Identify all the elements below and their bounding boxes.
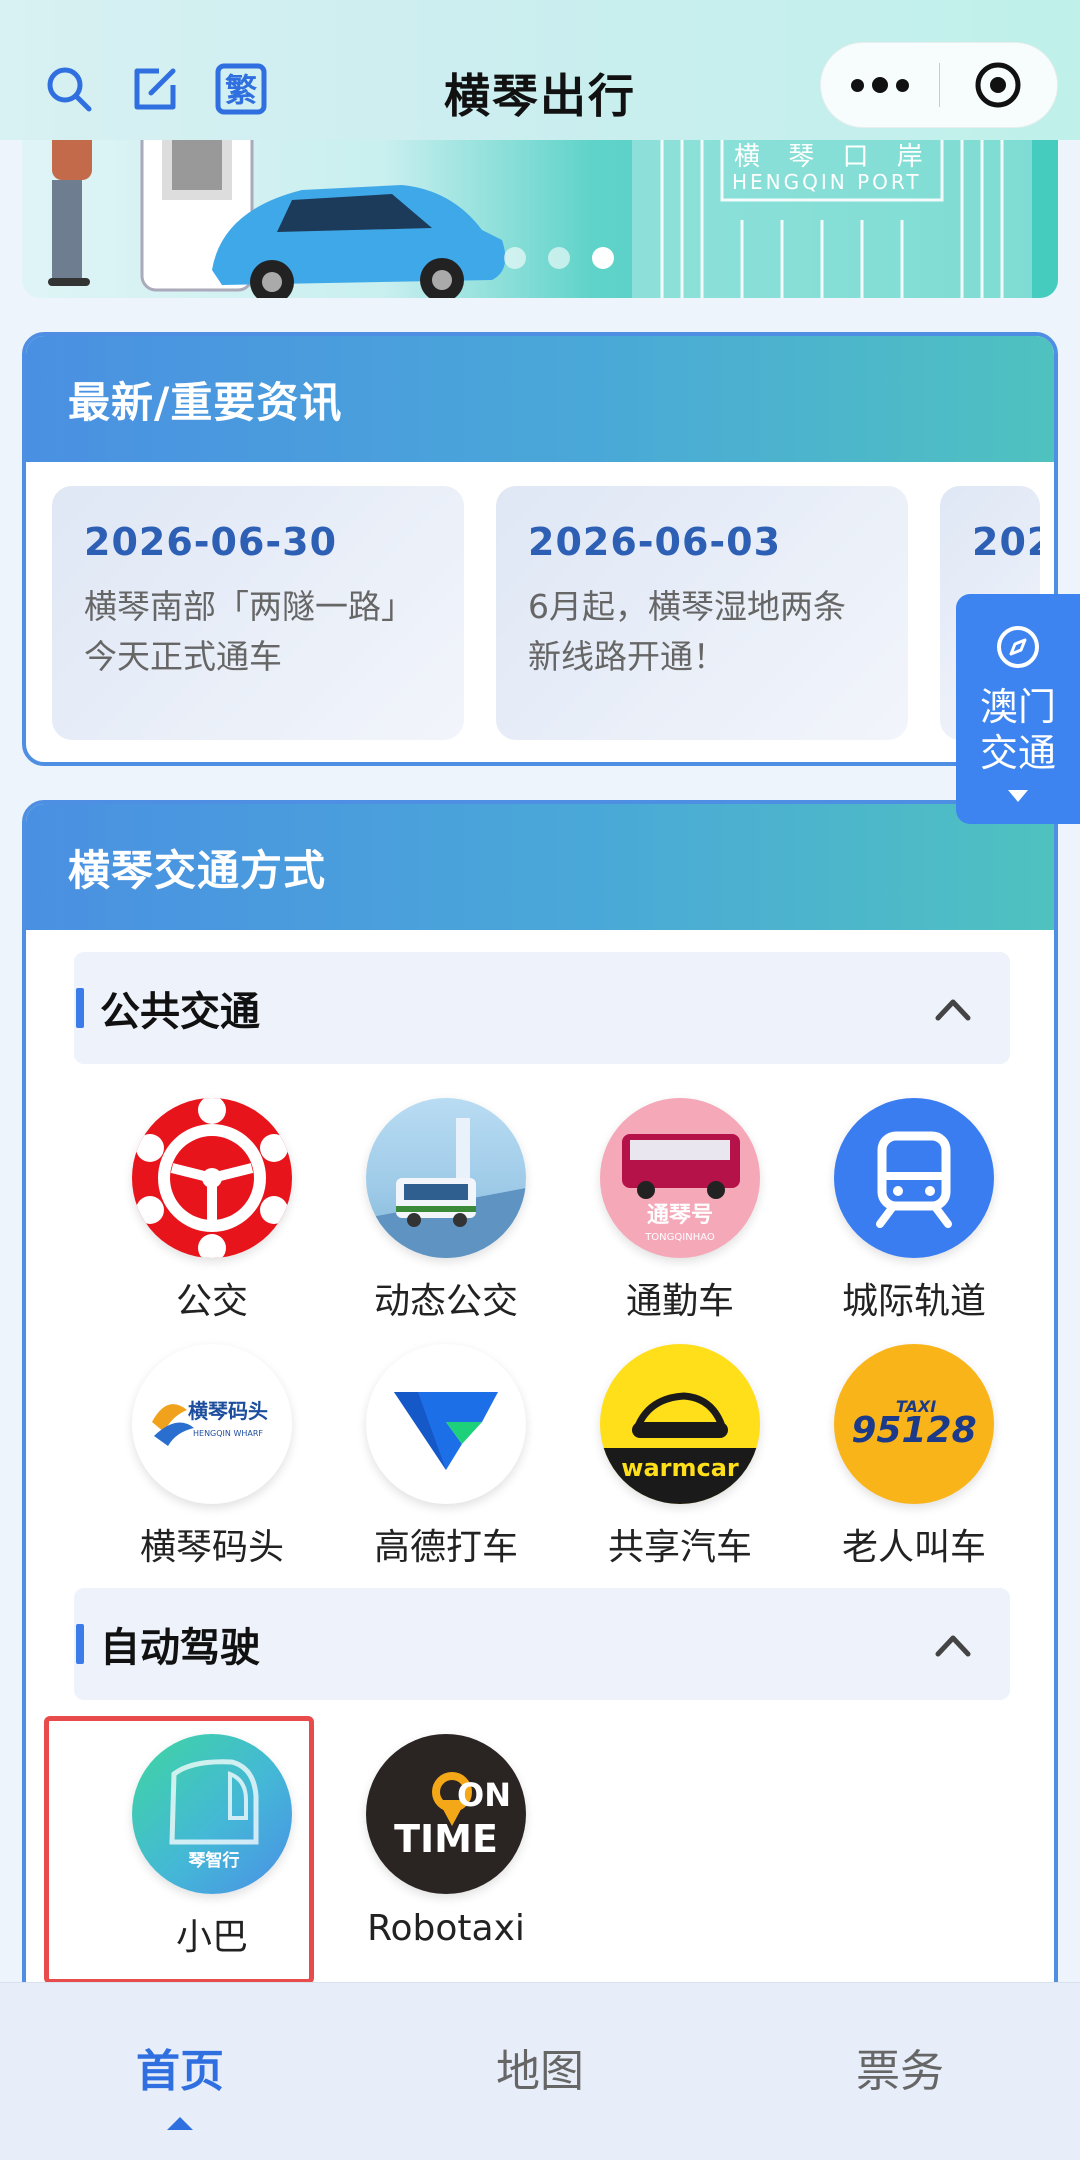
promo-banner[interactable]: 横 琴 口 岸 HENGQIN PORT [22, 120, 1058, 298]
transport-item-carshare[interactable]: warmcar 共享汽车 [564, 1344, 796, 1570]
section-autonomous[interactable]: 自动驾驶 [74, 1588, 1010, 1700]
transport-item-robotaxi[interactable]: ON TIME Robotaxi [330, 1734, 562, 1949]
tab-map[interactable]: 地图 [440, 2035, 640, 2099]
warmcar-icon: warmcar [600, 1344, 760, 1504]
news-item[interactable]: 2026-06-03 6月起，横琴湿地两条新线路开通！ [496, 486, 908, 740]
chevron-up-icon[interactable] [930, 1622, 976, 1668]
tab-home[interactable]: 首页 [80, 2035, 280, 2130]
transport-item-bus[interactable]: 公交 [96, 1098, 328, 1324]
commuter-badge-en: TONGQINHAO [644, 1232, 715, 1243]
banner-dot[interactable] [548, 247, 570, 269]
banner-dot-active[interactable] [592, 247, 614, 269]
section-title: 自动驾驶 [100, 1625, 260, 1671]
transport-label: Robotaxi [367, 1908, 525, 1949]
macau-button-label: 澳门 交通 [980, 684, 1056, 776]
transport-label: 公交 [175, 1281, 248, 1322]
commuter-bus-icon: 通琴号 TONGQINHAO [600, 1098, 760, 1258]
commuter-badge: 通琴号 [647, 1203, 713, 1228]
transport-item-amap-taxi[interactable]: 高德打车 [330, 1344, 562, 1570]
ontime-badge-line2: TIME [394, 1817, 498, 1861]
news-date: 2026-06-30 [84, 520, 338, 564]
transport-card: 横琴交通方式 公共交通 公交 动态公交 通琴号 TONGQINHAO 通勤车 城… [22, 800, 1058, 2100]
compass-icon [997, 626, 1039, 668]
ontime-icon: ON TIME [366, 1734, 526, 1894]
active-tab-indicator [167, 2117, 193, 2130]
news-date: 202 [972, 520, 1040, 564]
tab-tickets[interactable]: 票务 [800, 2035, 1000, 2099]
banner-dot[interactable] [504, 247, 526, 269]
close-miniprogram-icon[interactable] [940, 42, 1058, 128]
taxi-badge: 95128 [851, 1410, 976, 1451]
section-accent [76, 988, 84, 1028]
bus-wheel-icon [132, 1098, 292, 1258]
navigation-bar: 繁 横琴出行 [0, 0, 1080, 140]
news-item[interactable]: 2026-06-30 横琴南部「两隧一路」今天正式通车 [52, 486, 464, 740]
port-name-en: HENGQIN PORT [732, 170, 922, 194]
transport-label: 共享汽车 [607, 1527, 752, 1568]
section-title: 公共交通 [100, 989, 260, 1035]
transport-item-intercity-rail[interactable]: 城际轨道 [798, 1098, 1030, 1324]
amap-icon [366, 1344, 526, 1504]
port-name-cn: 横 琴 口 岸 [734, 142, 933, 172]
news-carousel[interactable]: 2026-06-30 横琴南部「两隧一路」今天正式通车 2026-06-03 6… [52, 486, 1040, 740]
transport-item-senior-taxi[interactable]: TAXI 95128 老人叫车 [798, 1344, 1030, 1570]
selection-highlight [44, 1716, 314, 1984]
tab-label: 票务 [856, 2046, 944, 2097]
section-accent [76, 1624, 84, 1664]
bottom-tab-bar: 首页 地图 票务 [0, 1982, 1080, 2160]
banner-pagination [504, 247, 614, 269]
pier-badge-en: HENGQIN WHARF [193, 1429, 263, 1438]
tab-label: 首页 [136, 2046, 224, 2097]
transport-label: 动态公交 [373, 1281, 518, 1322]
chevron-up-icon[interactable] [930, 986, 976, 1032]
news-title: 最新/重要资讯 [26, 336, 1054, 462]
transport-item-pier[interactable]: 横琴码头 HENGQIN WHARF 横琴码头 [96, 1344, 328, 1570]
train-icon [834, 1098, 994, 1258]
transport-label: 城际轨道 [841, 1281, 986, 1322]
transport-item-dynamic-bus[interactable]: 动态公交 [330, 1098, 562, 1324]
caret-down-icon [1008, 790, 1028, 802]
transport-item-commuter[interactable]: 通琴号 TONGQINHAO 通勤车 [564, 1098, 796, 1324]
macau-label-line2: 交通 [979, 731, 1056, 775]
macau-transport-button[interactable]: 澳门 交通 [956, 594, 1080, 824]
dynamic-bus-icon [366, 1098, 526, 1258]
ontime-badge-line1: ON [457, 1776, 511, 1814]
transport-label: 高德打车 [373, 1527, 518, 1568]
tab-label: 地图 [496, 2046, 584, 2097]
section-public-transport[interactable]: 公共交通 [74, 952, 1010, 1064]
warmcar-badge: warmcar [621, 1454, 739, 1482]
macau-label-line1: 澳门 [979, 685, 1056, 729]
taxi-95128-icon: TAXI 95128 [834, 1344, 994, 1504]
more-options-icon[interactable] [821, 42, 939, 128]
transport-label: 通勤车 [625, 1281, 734, 1322]
transport-label: 横琴码头 [139, 1527, 284, 1568]
news-text: 6月起，横琴湿地两条新线路开通！ [528, 587, 846, 676]
pier-badge: 横琴码头 [188, 1399, 268, 1423]
transport-title: 横琴交通方式 [26, 804, 1054, 930]
transport-label: 老人叫车 [841, 1527, 986, 1568]
news-date: 2026-06-03 [528, 520, 782, 564]
mini-program-capsule [820, 42, 1058, 128]
news-card: 最新/重要资讯 2026-06-30 横琴南部「两隧一路」今天正式通车 2026… [22, 332, 1058, 766]
pier-icon: 横琴码头 HENGQIN WHARF [132, 1344, 292, 1504]
news-text: 横琴南部「两隧一路」今天正式通车 [84, 587, 414, 676]
